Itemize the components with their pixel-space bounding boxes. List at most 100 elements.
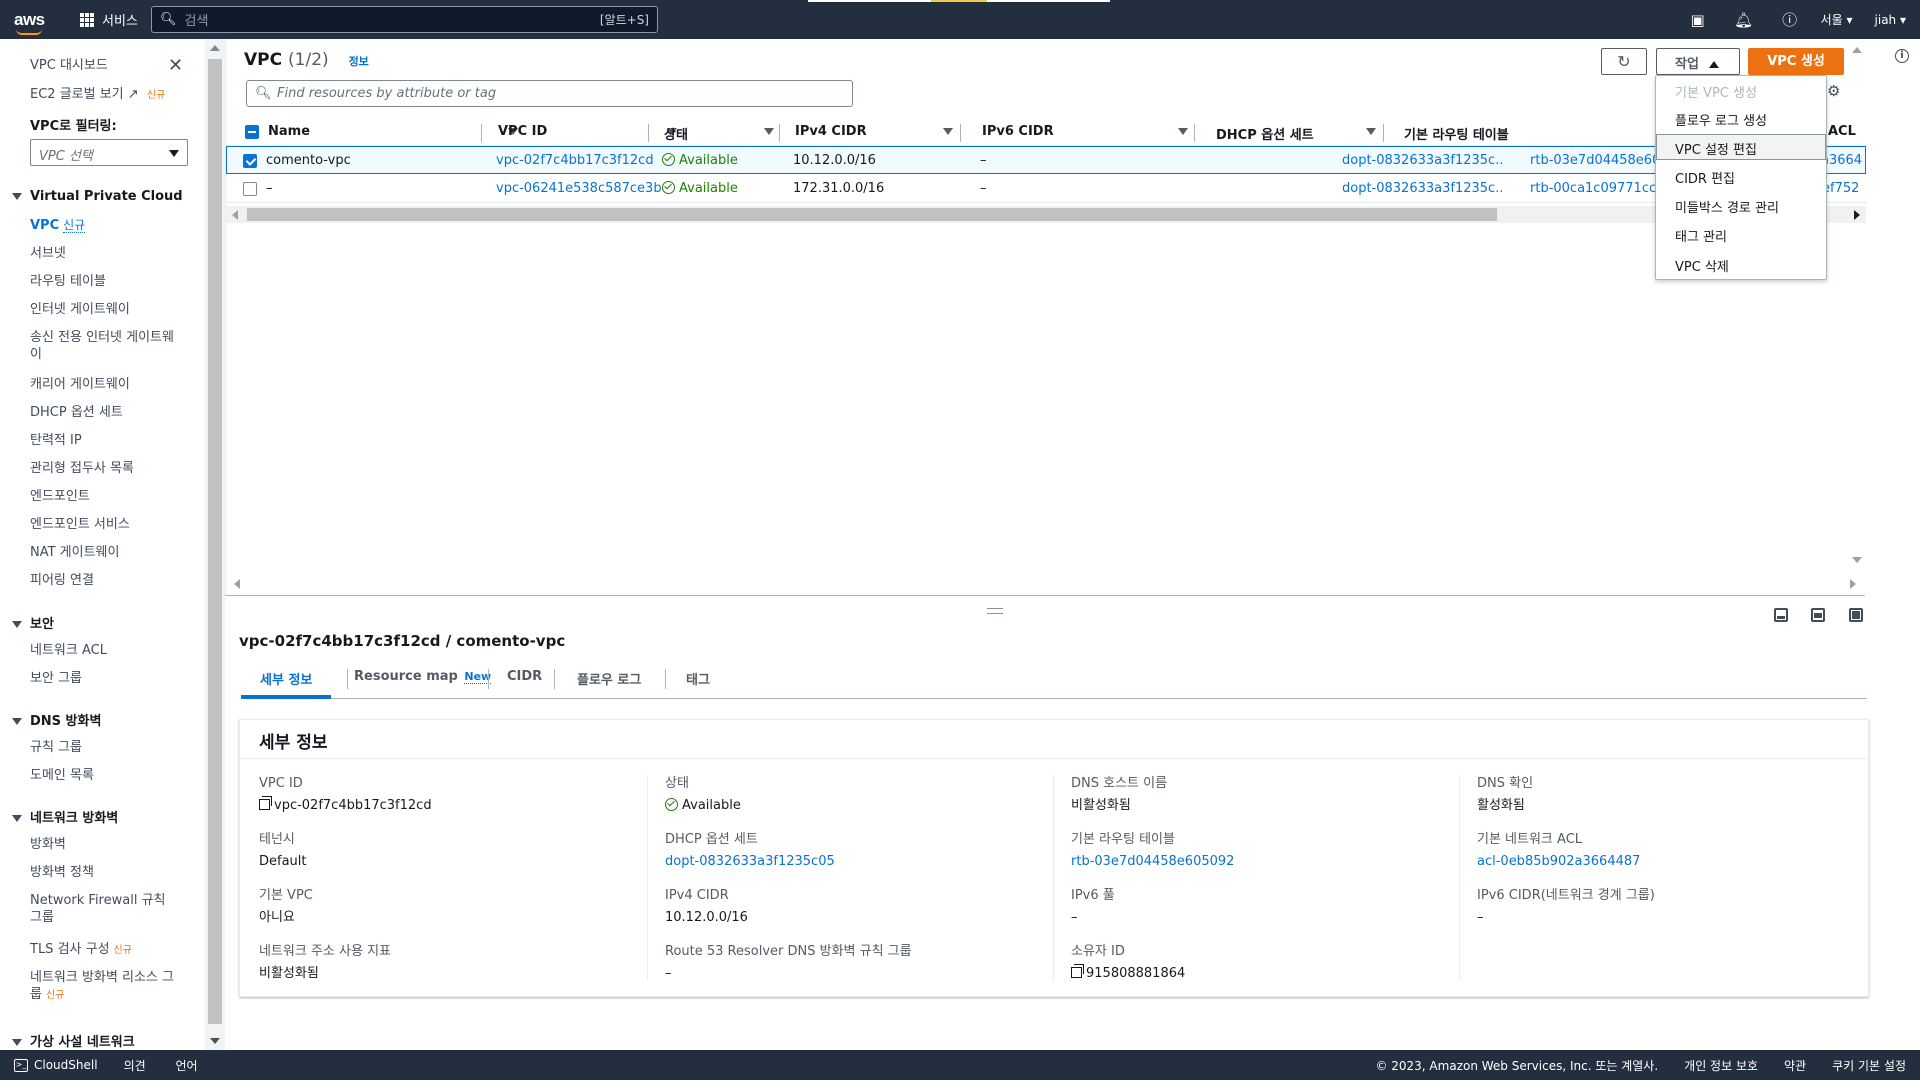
panel-full-icon[interactable] [1849,608,1863,622]
sidebar-item-vpc[interactable]: VPC 신규 [30,217,180,234]
cloudshell-icon[interactable]: ▣ [1675,11,1721,29]
table-hscrollbar[interactable] [226,206,1866,223]
tab-cidr[interactable]: CIDR [507,669,542,684]
scrollbar-thumb[interactable] [247,208,1497,221]
col-dhcp[interactable]: DHCP 옵션 세트 [1216,124,1376,143]
sidebar-item-nat-gw[interactable]: NAT 게이트웨이 [30,544,180,561]
info-icon[interactable]: i [1895,49,1909,63]
col-status[interactable]: 상태 [664,124,774,143]
scroll-down-icon[interactable] [1852,557,1862,563]
scroll-left-icon[interactable] [232,210,238,220]
sidebar-item-tls-config[interactable]: TLS 검사 구성 신규 [30,941,180,959]
sidebar-item-vpc-dashboard[interactable]: VPC 대시보드 [30,57,180,74]
sidebar-item-endpoint-services[interactable]: 엔드포인트 서비스 [30,516,180,533]
menu-item-manage-tags[interactable]: 태그 관리 [1656,221,1826,247]
vpc-filter-select[interactable]: VPC 선택 [30,139,188,166]
col-ipv6-cidr[interactable]: IPv6 CIDR [982,124,1188,139]
sidebar-section-vpn[interactable]: 가상 사설 네트워크 [12,1031,135,1050]
aws-logo[interactable]: aws [14,10,62,35]
sidebar-scrollbar[interactable] [205,39,225,1050]
sidebar-item-domain-lists[interactable]: 도메인 목록 [30,767,180,784]
user-menu[interactable]: jiah ▾ [1867,13,1920,27]
col-main-route-table[interactable]: 기본 라우팅 테이블 [1404,124,1509,143]
sidebar-item-nf-resource-groups[interactable]: 네트워크 방화벽 리소스 그룹 신규 [30,969,180,1004]
row-checkbox[interactable] [243,154,257,168]
tab-tags[interactable]: 태그 [686,669,710,688]
sort-icon [1178,128,1188,135]
sidebar-item-prefix-lists[interactable]: 관리형 접두사 목록 [30,460,180,477]
scroll-down-icon[interactable] [210,1038,220,1044]
info-link[interactable]: 정보 [349,55,369,68]
global-search-input[interactable]: 🔍︎ 검색 [알트+S] [151,6,658,33]
main-vscrollbar[interactable] [1848,39,1865,595]
sidebar-section-vpc[interactable]: Virtual Private Cloud [12,189,183,204]
panel-bottom-icon[interactable] [1774,608,1788,622]
sidebar-section-security[interactable]: 보안 [12,613,54,632]
col-vpc-id[interactable]: VPC ID [498,124,677,139]
sidebar-item-eip[interactable]: 탄력적 IP [30,432,180,449]
language-link[interactable]: 언어 [175,1059,197,1073]
menu-item-edit-cidr[interactable]: CIDR 편집 [1656,163,1826,189]
cookie-preferences-link[interactable]: 쿠키 기본 설정 [1832,1057,1906,1074]
scrollbar-thumb[interactable] [208,59,222,1024]
help-icon[interactable]: ⓘ [1767,9,1813,30]
copy-icon[interactable] [259,796,272,810]
create-vpc-button[interactable]: VPC 생성 [1748,48,1844,75]
sidebar-section-dns-firewall[interactable]: DNS 방화벽 [12,710,101,729]
sidebar-item-subnets[interactable]: 서브넷 [30,245,180,262]
tab-details[interactable]: 세부 정보 [260,669,312,688]
sidebar-item-dhcp[interactable]: DHCP 옵션 세트 [30,404,180,421]
tab-resource-map[interactable]: Resource map New [354,669,492,684]
field-route53-firewall: Route 53 Resolver DNS 방화벽 규칙 그룹 – [665,944,912,981]
sidebar-item-egress-igw[interactable]: 송신 전용 인터넷 게이트웨이 [30,329,180,363]
sidebar-item-ec2-global[interactable]: EC2 글로벌 보기 ↗ 신규 [30,86,180,104]
tab-flow-logs[interactable]: 플로우 로그 [577,669,641,688]
sidebar-item-firewalls[interactable]: 방화벽 [30,836,180,853]
actions-button[interactable]: 작업 [1656,48,1740,75]
sidebar-item-firewall-policies[interactable]: 방화벽 정책 [30,864,180,881]
menu-item-create-flow-log[interactable]: 플로우 로그 생성 [1656,105,1826,131]
table-row[interactable]: comento-vpc vpc-02f7c4bb17c3f12cd Availa… [226,146,1866,174]
region-selector[interactable]: 서울 ▾ [1813,11,1867,28]
scroll-right-icon[interactable] [1850,579,1856,589]
sidebar-item-igw[interactable]: 인터넷 게이트웨이 [30,301,180,318]
sidebar-item-route-tables[interactable]: 라우팅 테이블 [30,273,180,290]
sidebar-item-nf-rule-groups[interactable]: Network Firewall 규칙 그룹 [30,892,180,926]
sidebar-item-peering[interactable]: 피어링 연결 [30,572,180,589]
bell-icon[interactable]: 🔔︎ [1721,11,1767,29]
privacy-link[interactable]: 개인 정보 보호 [1684,1057,1758,1074]
scroll-left-icon[interactable] [234,579,240,589]
scroll-up-icon[interactable] [210,45,220,51]
caret-down-icon [12,718,22,725]
refresh-button[interactable]: ↻ [1601,48,1647,75]
col-ipv4-cidr[interactable]: IPv4 CIDR [795,124,953,139]
services-menu[interactable]: 서비스 [80,10,138,29]
resource-search-input[interactable]: 🔍︎ Find resources by attribute or tag [246,80,853,107]
menu-item-create-default-vpc[interactable]: 기본 VPC 생성 [1656,77,1826,103]
field-main-route-table: 기본 라우팅 테이블 rtb-03e7d04458e605092 [1071,832,1235,869]
table-row[interactable]: – vpc-06241e538c587ce3b Available 172.31… [226,175,1866,203]
resize-handle[interactable] [987,608,1003,614]
top-navigation: aws 서비스 🔍︎ 검색 [알트+S] ▣ 🔔︎ ⓘ 서울 ▾ jiah ▾ [0,0,1920,39]
select-all-checkbox[interactable] [245,125,259,139]
feedback-link[interactable]: 의견 [124,1059,146,1073]
sidebar-item-carrier-gw[interactable]: 캐리어 게이트웨이 [30,376,180,393]
panel-side-icon[interactable] [1811,608,1825,622]
caret-down-icon [169,150,179,157]
sidebar-section-network-firewall[interactable]: 네트워크 방화벽 [12,807,118,826]
row-checkbox[interactable] [243,182,257,196]
sidebar-item-security-groups[interactable]: 보안 그룹 [30,670,180,687]
sidebar-item-endpoints[interactable]: 엔드포인트 [30,488,180,505]
gear-icon[interactable]: ⚙ [1827,82,1840,100]
copy-icon[interactable] [1071,964,1084,978]
sidebar-item-nacl[interactable]: 네트워크 ACL [30,642,180,659]
menu-item-middlebox-routes[interactable]: 미들박스 경로 관리 [1656,192,1826,218]
scroll-up-icon[interactable] [1852,47,1862,53]
menu-item-edit-vpc-settings[interactable]: VPC 설정 편집 [1656,134,1826,160]
cloudshell-button[interactable]: >_ CloudShell [14,1058,98,1072]
menu-item-delete-vpc[interactable]: VPC 삭제 [1656,251,1826,277]
caret-down-icon [12,1039,22,1046]
terms-link[interactable]: 약관 [1784,1057,1806,1074]
sidebar-item-rule-groups[interactable]: 규칙 그룹 [30,739,180,756]
col-name[interactable]: Name [268,124,518,139]
